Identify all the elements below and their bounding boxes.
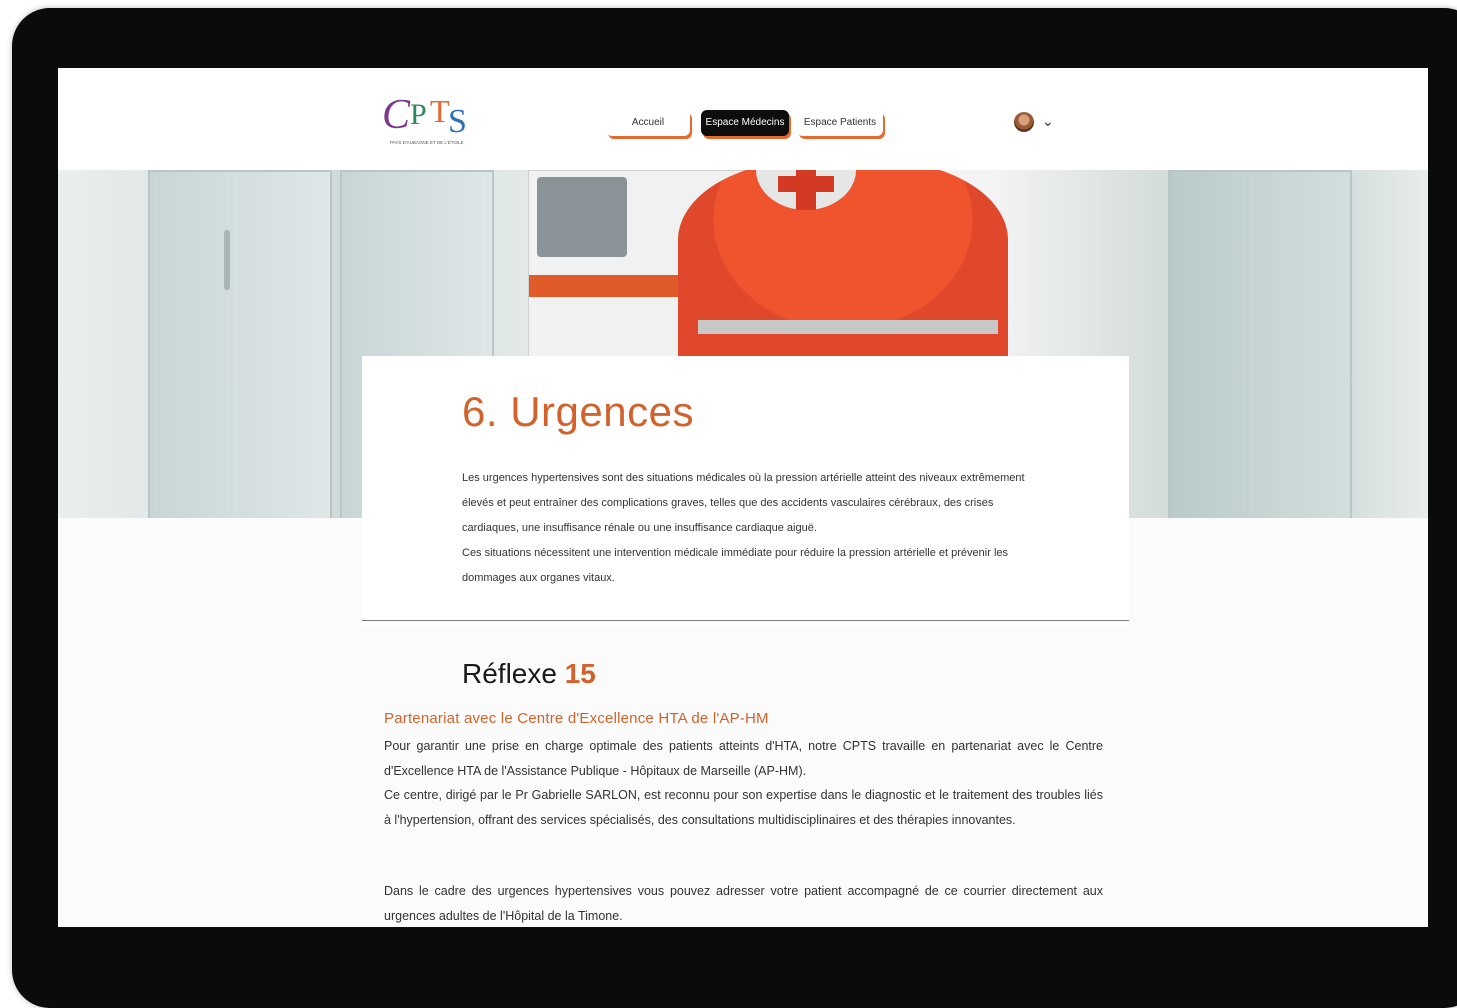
page-title: 6. Urgences — [462, 388, 694, 435]
nav-espace-patients[interactable]: Espace Patients — [797, 110, 883, 136]
svg-text:S: S — [448, 103, 467, 140]
svg-text:T: T — [430, 93, 450, 129]
paragraph-urgences: Dans le cadre des urgences hypertensives… — [384, 884, 1103, 923]
partner-heading: Partenariat avec le Centre d'Excellence … — [384, 710, 769, 727]
glass-door-left — [148, 170, 332, 518]
glass-door-right — [1168, 170, 1352, 518]
browser-screen: C P T S PAYS D'AUBAGNE ET DE L'ÉTOILE Ac… — [58, 68, 1428, 927]
nav-accueil[interactable]: Accueil — [606, 110, 690, 136]
svg-text:C: C — [382, 92, 411, 138]
nav-espace-medecins[interactable]: Espace Médecins — [701, 110, 789, 136]
content-card: 6. Urgences Les urgences hypertensives s… — [362, 356, 1129, 626]
cpts-logo[interactable]: C P T S PAYS D'AUBAGNE ET DE L'ÉTOILE — [376, 84, 486, 154]
reflexe-heading: Réflexe 15 — [462, 658, 596, 689]
account-menu[interactable]: ⌄ — [1014, 112, 1064, 134]
avatar[interactable] — [1014, 112, 1034, 132]
chevron-down-icon[interactable]: ⌄ — [1042, 113, 1054, 130]
paramedic-figure — [678, 170, 1008, 360]
intro-text: Les urgences hypertensives sont des situ… — [462, 472, 1025, 584]
section-divider — [362, 620, 1129, 621]
logo-subtitle: PAYS D'AUBAGNE ET DE L'ÉTOILE — [390, 139, 464, 145]
paragraph-centre: Ce centre, dirigé par le Pr Gabrielle SA… — [384, 788, 1103, 827]
svg-text:P: P — [410, 98, 427, 131]
reflexe-number: 15 — [564, 658, 596, 689]
paragraph-partner: Pour garantir une prise en charge optima… — [384, 739, 1103, 778]
site-header: C P T S PAYS D'AUBAGNE ET DE L'ÉTOILE Ac… — [58, 68, 1428, 170]
